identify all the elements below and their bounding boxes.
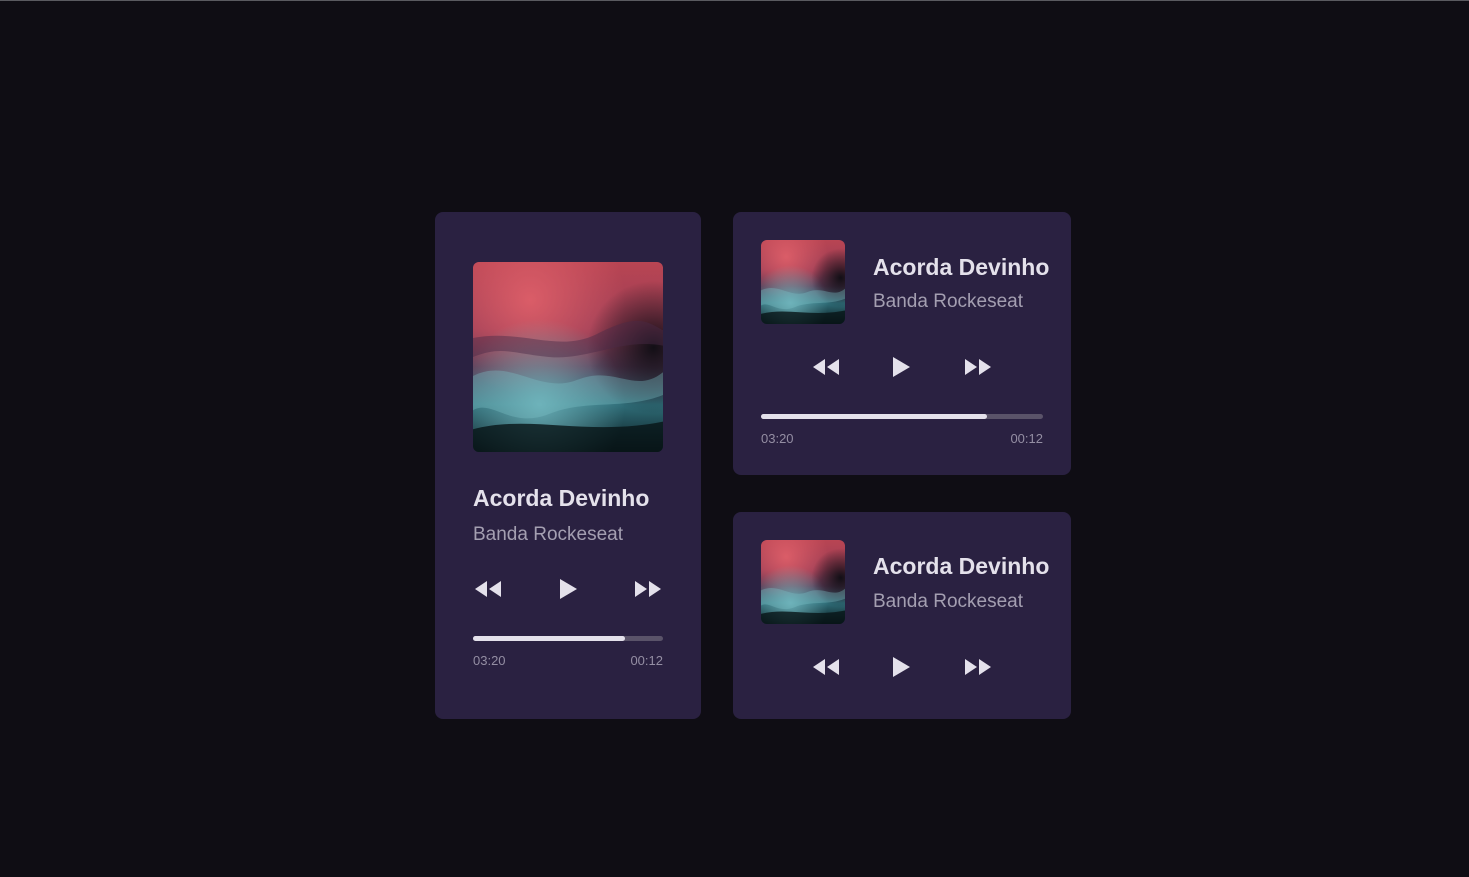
rewind-icon: [813, 359, 839, 375]
play-icon: [893, 357, 910, 377]
fast-forward-button[interactable]: [963, 657, 993, 677]
album-cover-image: [473, 262, 663, 452]
progress-fill: [761, 414, 987, 419]
song-title: Acorda Devinho: [473, 485, 650, 511]
music-player-card-compact: Acorda Devinho Banda Rockeseat: [733, 512, 1071, 719]
play-button[interactable]: [890, 356, 912, 378]
album-cover-image: [761, 240, 845, 324]
fast-forward-icon: [965, 359, 991, 375]
fast-forward-icon: [635, 581, 661, 597]
artist-name: Banda Rockeseat: [873, 291, 1023, 312]
elapsed-time: 03:20: [473, 653, 506, 668]
window-top-border: [0, 0, 1469, 1]
rewind-button[interactable]: [473, 579, 503, 599]
fast-forward-button[interactable]: [633, 579, 663, 599]
fast-forward-icon: [965, 659, 991, 675]
artist-name: Banda Rockeseat: [873, 591, 1023, 612]
album-cover-image: [761, 540, 845, 624]
play-button[interactable]: [890, 656, 912, 678]
song-title: Acorda Devinho: [873, 254, 1050, 280]
remaining-time: 00:12: [1010, 431, 1043, 446]
play-icon: [560, 579, 577, 599]
progress-fill: [473, 636, 625, 641]
fast-forward-button[interactable]: [963, 357, 993, 377]
music-player-card-vertical: Acorda Devinho Banda Rockeseat 03:20 00:…: [435, 212, 701, 719]
progress-bar[interactable]: [761, 414, 1043, 419]
artist-name: Banda Rockeseat: [473, 524, 623, 545]
rewind-icon: [475, 581, 501, 597]
remaining-time: 00:12: [630, 653, 663, 668]
rewind-button[interactable]: [811, 657, 841, 677]
rewind-button[interactable]: [811, 357, 841, 377]
song-title: Acorda Devinho: [873, 553, 1050, 579]
music-player-card-horizontal: Acorda Devinho Banda Rockeseat 03:20 00:…: [733, 212, 1071, 475]
play-button[interactable]: [557, 578, 579, 600]
progress-bar[interactable]: [473, 636, 663, 641]
rewind-icon: [813, 659, 839, 675]
play-icon: [893, 657, 910, 677]
elapsed-time: 03:20: [761, 431, 794, 446]
